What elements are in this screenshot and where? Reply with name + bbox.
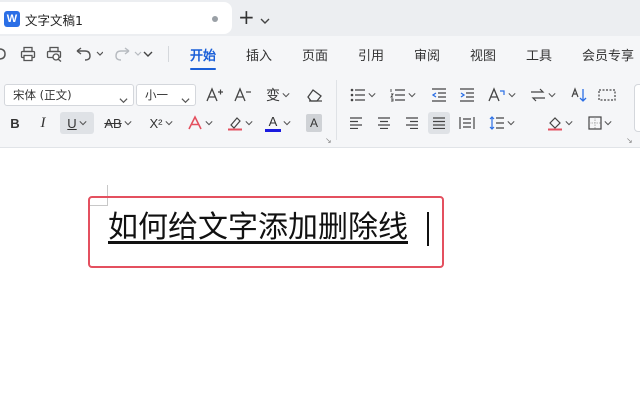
more-icon[interactable]: [140, 44, 156, 64]
styles-gallery[interactable]: [634, 84, 640, 132]
plus-icon[interactable]: +: [238, 6, 255, 28]
sort-button[interactable]: [568, 84, 590, 106]
chinese-layout-button[interactable]: [486, 84, 518, 106]
dialog-launcher-icon[interactable]: ↘: [325, 136, 332, 145]
grow-font-button[interactable]: [204, 84, 226, 106]
tab-start[interactable]: 开始: [190, 45, 216, 64]
font-size-select[interactable]: 小一: [136, 84, 196, 106]
decrease-indent-button[interactable]: [428, 84, 450, 106]
dialog-launcher-icon[interactable]: ↘: [626, 136, 633, 145]
pinyin-guide-button[interactable]: 变: [262, 84, 294, 106]
tab-bar: W 文字文稿1 +: [0, 0, 640, 36]
tab-review[interactable]: 审阅: [414, 45, 440, 64]
highlight-color-button[interactable]: [226, 112, 254, 134]
document-canvas[interactable]: 如何给文字添加删除线: [0, 149, 640, 396]
divider: [168, 46, 169, 62]
tab-insert[interactable]: 插入: [246, 45, 272, 64]
tab-tools[interactable]: 工具: [526, 45, 552, 64]
line-spacing-button[interactable]: [486, 112, 518, 134]
tab-view[interactable]: 视图: [470, 45, 496, 64]
print-preview-icon[interactable]: [44, 44, 64, 64]
align-right-button[interactable]: [402, 112, 422, 134]
show-marks-button[interactable]: [596, 84, 618, 106]
document-title: 文字文稿1: [25, 13, 83, 28]
chevron-down-icon: [181, 91, 190, 111]
chevron-down-icon: [119, 91, 128, 111]
distributed-align-button[interactable]: [456, 112, 478, 134]
wps-writer-logo: W: [4, 11, 20, 27]
underline-button[interactable]: U: [60, 112, 94, 134]
print-icon[interactable]: [18, 44, 38, 64]
italic-button[interactable]: I: [34, 112, 52, 134]
strikethrough-button[interactable]: AB: [102, 112, 134, 134]
tab-references[interactable]: 引用: [358, 45, 384, 64]
eraser-icon[interactable]: [304, 84, 326, 106]
underline-label: U: [67, 115, 77, 131]
group-divider: [336, 80, 337, 140]
text-cursor: [427, 212, 429, 246]
font-color-label: A: [268, 114, 278, 129]
tab-page[interactable]: 页面: [302, 45, 328, 64]
font-name-select[interactable]: 宋体 (正文): [4, 84, 134, 106]
font-size-value: 小一: [145, 88, 168, 102]
unsaved-dot-icon[interactable]: [212, 16, 218, 22]
chevron-down-icon[interactable]: [260, 11, 270, 30]
align-center-button[interactable]: [374, 112, 394, 134]
bullet-list-button[interactable]: [348, 84, 378, 106]
borders-button[interactable]: [584, 112, 616, 134]
bold-button[interactable]: B: [6, 112, 24, 134]
ribbon-toolbar: 宋体 (正文) 小一 变 B I U AB X² A A ↘ ↘: [0, 72, 640, 148]
character-shading-button[interactable]: A: [306, 114, 322, 132]
open-icon[interactable]: [0, 44, 10, 64]
menu-bar: 开始 插入 页面 引用 审阅 视图 工具 会员专享: [0, 36, 640, 72]
document-tab[interactable]: W 文字文稿1: [0, 2, 232, 34]
align-left-button[interactable]: [346, 112, 366, 134]
justify-button[interactable]: [428, 112, 450, 134]
undo-icon[interactable]: [72, 44, 104, 64]
font-name-value: 宋体 (正文): [13, 88, 72, 102]
shading-button[interactable]: [544, 112, 576, 134]
text-effect-button[interactable]: [186, 112, 214, 134]
document-text[interactable]: 如何给文字添加删除线: [108, 209, 408, 247]
increase-indent-button[interactable]: [456, 84, 478, 106]
shrink-font-button[interactable]: [232, 84, 254, 106]
superscript-button[interactable]: X²: [144, 112, 178, 134]
text-direction-button[interactable]: [528, 84, 558, 106]
pinyin-label: 变: [266, 88, 280, 104]
font-color-button[interactable]: A: [262, 112, 294, 134]
tab-member[interactable]: 会员专享: [582, 45, 634, 64]
active-tab-underline: [190, 68, 216, 70]
numbered-list-button[interactable]: [388, 84, 418, 106]
superscript-label: X²: [149, 115, 163, 131]
